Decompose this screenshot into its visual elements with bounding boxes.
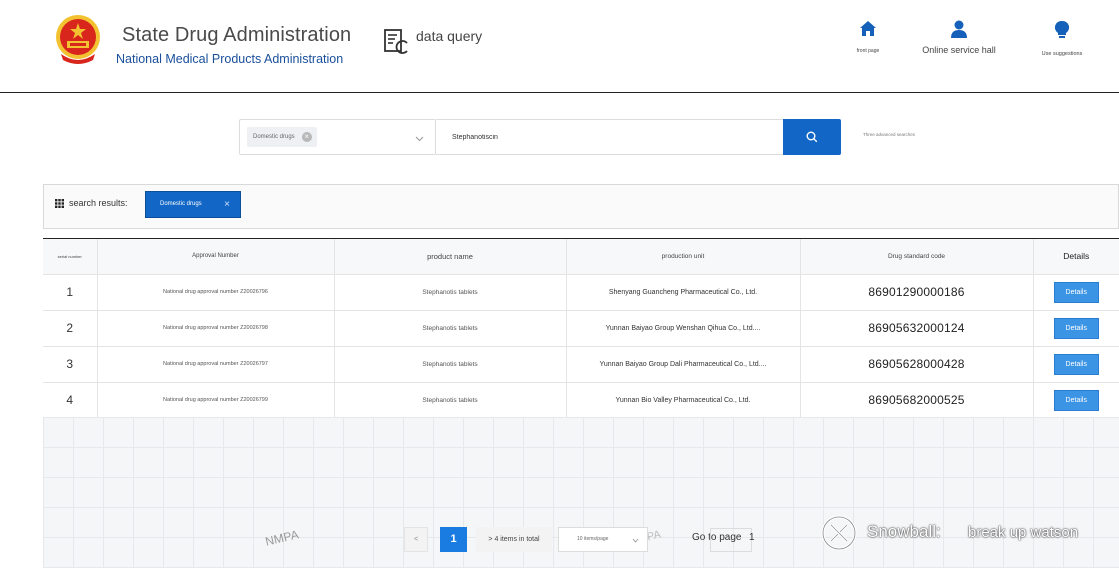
total-items-label: > 4 items in total bbox=[476, 527, 552, 552]
snowball-watermark-name: Snowball: bbox=[867, 522, 941, 541]
page-size-label: 10 items/page bbox=[577, 536, 609, 542]
search-results-label: search results: bbox=[69, 198, 128, 208]
snowball-watermark-user: break up watson bbox=[968, 524, 1079, 541]
national-emblem-icon bbox=[56, 15, 100, 64]
cell-details: Details bbox=[1032, 346, 1119, 383]
home-icon bbox=[860, 21, 876, 36]
advanced-search-link[interactable]: Three advanced searches bbox=[863, 132, 915, 137]
details-button[interactable]: Details bbox=[1053, 354, 1099, 375]
column-header-serial: serial number bbox=[43, 239, 97, 275]
cell-code: 86905628000428 bbox=[799, 346, 1033, 383]
chevron-down-icon bbox=[415, 136, 424, 142]
snowball-logo-icon bbox=[821, 515, 857, 551]
cell-details: Details bbox=[1032, 310, 1119, 347]
cell-code: 86905632000124 bbox=[799, 310, 1033, 347]
cell-serial: 3 bbox=[43, 346, 97, 383]
site-title: State Drug Administration bbox=[122, 24, 352, 46]
document-search-icon bbox=[384, 29, 408, 54]
cell-unit: Yunnan Baiyao Group Dali Pharmaceutical … bbox=[565, 346, 800, 383]
cell-product: Stephanotis tablets bbox=[333, 310, 566, 347]
cell-approval: National drug approval number Z20026798 bbox=[96, 310, 334, 347]
cell-unit: Yunnan Baiyao Group Wenshan Qihua Co., L… bbox=[565, 310, 800, 347]
cell-unit: Yunnan Bio Valley Pharmaceutical Co., Lt… bbox=[565, 382, 800, 419]
chevron-down-icon bbox=[632, 538, 639, 543]
grid-icon bbox=[55, 199, 64, 208]
filter-chip-label: Domestic drugs bbox=[160, 201, 202, 207]
cell-serial: 2 bbox=[43, 310, 97, 347]
user-icon bbox=[951, 20, 967, 38]
details-button[interactable]: Details bbox=[1053, 282, 1099, 303]
cell-product: Stephanotis tablets bbox=[333, 382, 566, 419]
cell-unit: Shenyang Guancheng Pharmaceutical Co., L… bbox=[565, 274, 800, 311]
cell-code: 86905682000525 bbox=[799, 382, 1033, 419]
nav-front-page[interactable]: front page bbox=[848, 20, 888, 54]
table-row: 1 National drug approval number Z2002679… bbox=[43, 274, 1119, 311]
column-header-unit: production unit bbox=[565, 239, 800, 275]
column-header-details: Details bbox=[1032, 239, 1119, 275]
nav-use-suggestions[interactable]: Use suggestions bbox=[1034, 20, 1090, 57]
cell-approval: National drug approval number Z20026796 bbox=[96, 274, 334, 311]
site-subtitle: National Medical Products Administration bbox=[116, 52, 344, 66]
nav-use-suggestions-label: Use suggestions bbox=[1041, 51, 1083, 57]
search-button[interactable] bbox=[783, 119, 841, 155]
close-icon[interactable]: × bbox=[224, 192, 230, 217]
page-1-button[interactable]: 1 bbox=[440, 527, 467, 552]
column-header-approval: Approval Number bbox=[96, 239, 334, 275]
details-button[interactable]: Details bbox=[1053, 390, 1099, 411]
cell-serial: 1 bbox=[43, 274, 97, 311]
prev-page-button[interactable]: < bbox=[404, 527, 428, 552]
category-tag-label: Domestic drugs bbox=[253, 134, 295, 140]
results-header: search results: Domestic drugs × bbox=[43, 184, 1119, 229]
nav-front-page-label: front page bbox=[856, 48, 880, 54]
column-header-code: Drug standard code bbox=[799, 239, 1033, 275]
category-tag: Domestic drugs × bbox=[247, 127, 317, 147]
cell-details: Details bbox=[1032, 382, 1119, 419]
table-header-row: serial number Approval Number product na… bbox=[43, 239, 1119, 275]
cell-approval: National drug approval number Z20026797 bbox=[96, 346, 334, 383]
results-table: serial number Approval Number product na… bbox=[43, 238, 1119, 419]
table-row: 2 National drug approval number Z2002679… bbox=[43, 310, 1119, 347]
goto-page-value: 1 bbox=[749, 532, 755, 543]
column-header-product: product name bbox=[333, 239, 566, 275]
cell-details: Details bbox=[1032, 274, 1119, 311]
filter-chip-domestic-drugs[interactable]: Domestic drugs × bbox=[145, 191, 241, 218]
nav-online-service-hall-label: Online service hall bbox=[922, 45, 996, 55]
data-query-link[interactable]: data query bbox=[416, 28, 482, 44]
cell-product: Stephanotis tablets bbox=[333, 274, 566, 311]
nav-online-service-hall[interactable]: Online service hall bbox=[912, 20, 1006, 55]
table-row: 4 National drug approval number Z2002679… bbox=[43, 382, 1119, 419]
details-button[interactable]: Details bbox=[1053, 318, 1099, 339]
cell-code: 86901290000186 bbox=[799, 274, 1033, 311]
category-select[interactable]: Domestic drugs × bbox=[239, 119, 436, 155]
lightbulb-icon bbox=[1054, 20, 1070, 38]
search-input[interactable] bbox=[436, 119, 784, 155]
cell-approval: National drug approval number Z20026799 bbox=[96, 382, 334, 419]
cell-serial: 4 bbox=[43, 382, 97, 419]
page-size-select[interactable]: 10 items/page bbox=[558, 527, 648, 552]
site-header: State Drug Administration National Medic… bbox=[0, 0, 1119, 93]
table-row: 3 National drug approval number Z2002679… bbox=[43, 346, 1119, 383]
search-icon bbox=[806, 131, 818, 143]
tag-remove-icon[interactable]: × bbox=[301, 132, 312, 142]
cell-product: Stephanotis tablets bbox=[333, 346, 566, 383]
goto-page-input[interactable] bbox=[710, 528, 752, 552]
